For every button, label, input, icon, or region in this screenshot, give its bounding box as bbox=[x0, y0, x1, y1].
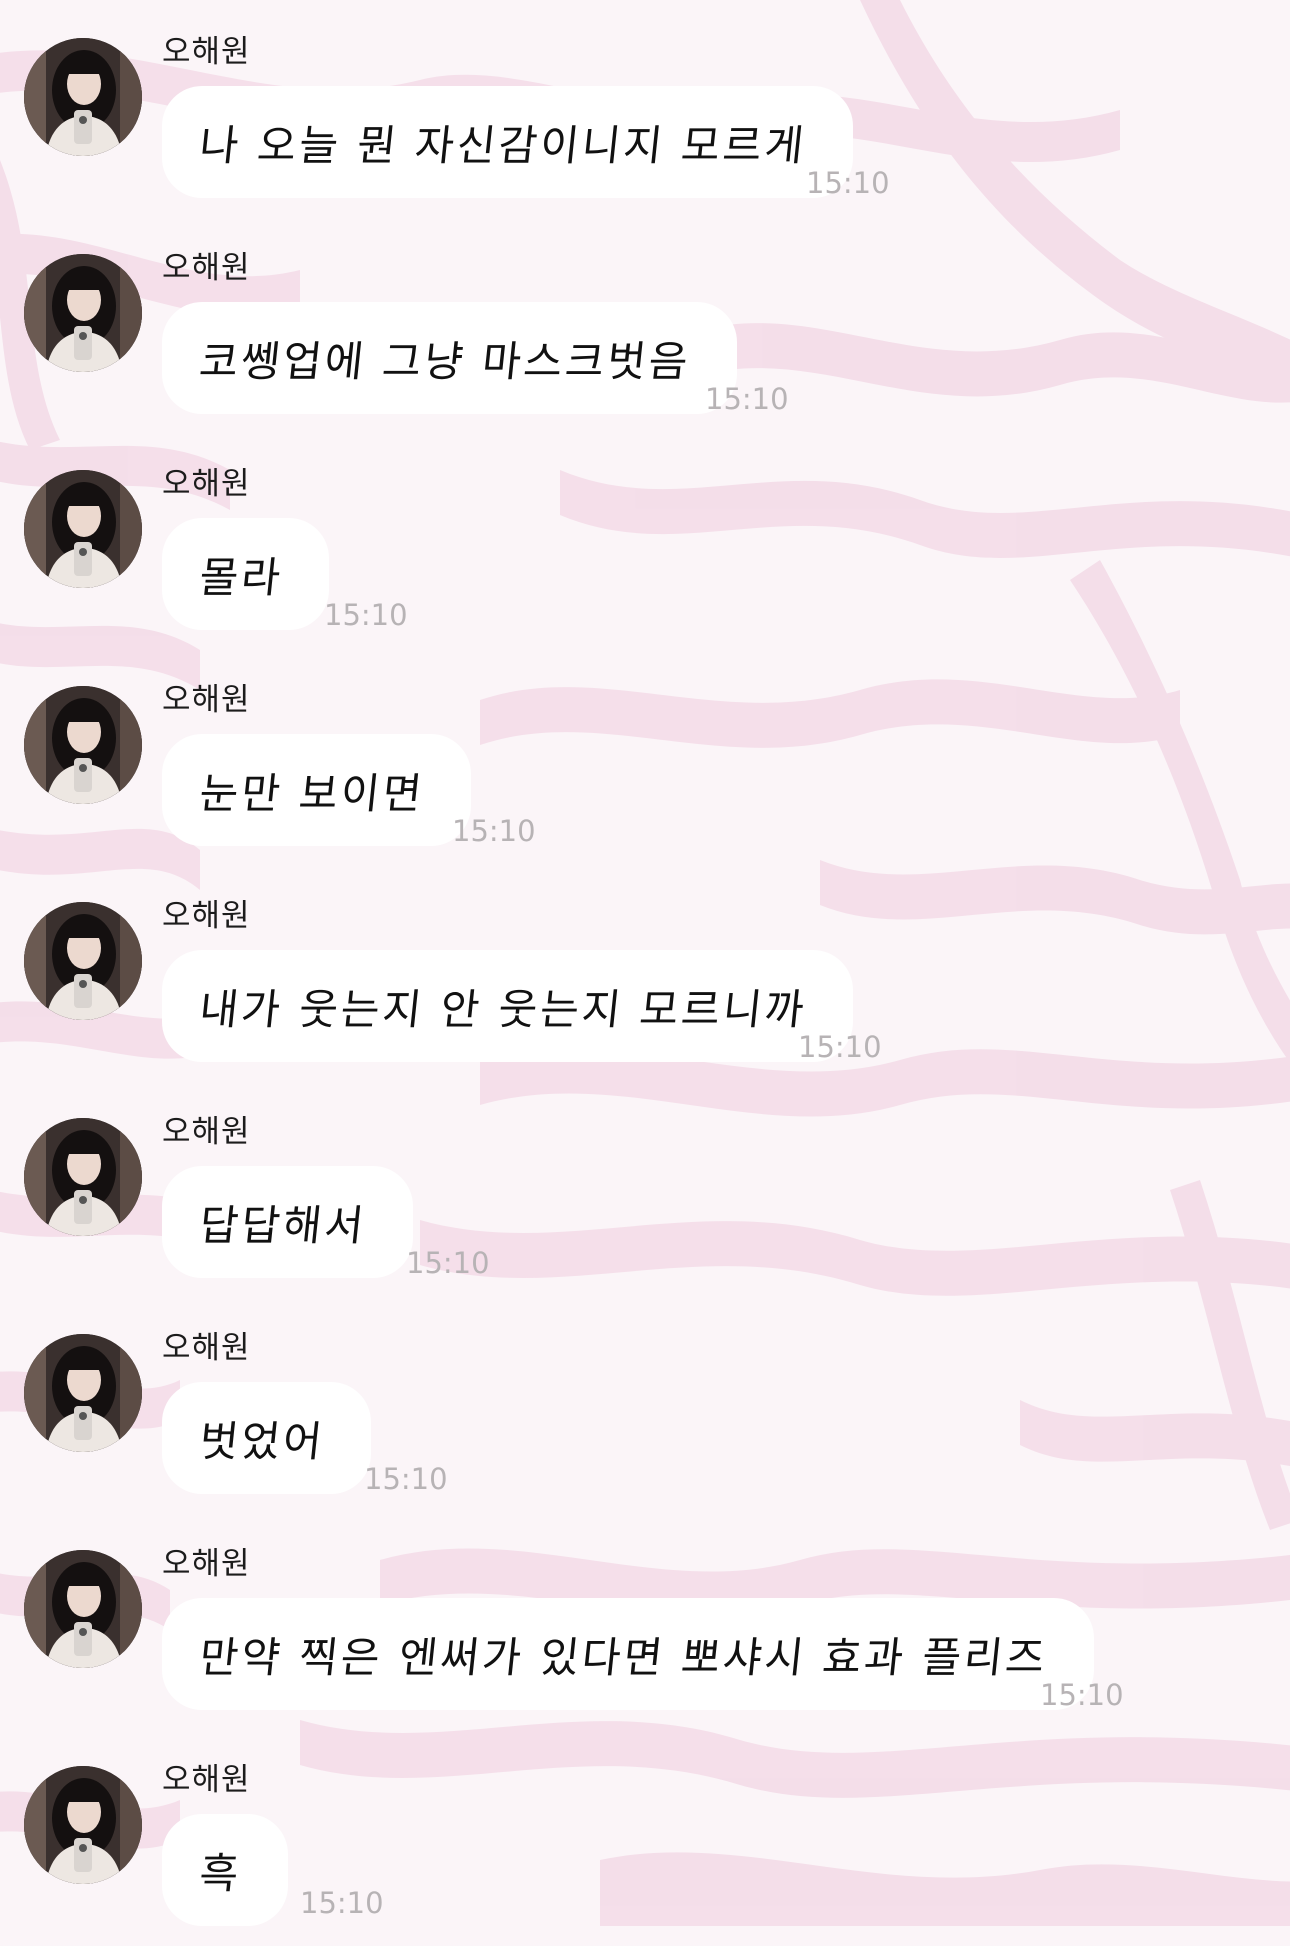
avatar[interactable] bbox=[24, 1550, 142, 1668]
sender-name: 오해원 bbox=[162, 250, 251, 286]
message-text: 답답해서 bbox=[197, 1200, 369, 1250]
message-bubble[interactable]: 벗었어 bbox=[162, 1382, 371, 1494]
message-row: 오해원 흑 15:10 bbox=[0, 1736, 1290, 1946]
message-time: 15:10 bbox=[300, 1886, 384, 1920]
message-text: 벗었어 bbox=[197, 1416, 328, 1466]
message-text: 나 오늘 뭔 자신감이니지 모르게 bbox=[197, 120, 809, 170]
message-text: 만약 찍은 엔써가 있다면 뽀샤시 효과 플리즈 bbox=[197, 1632, 1050, 1682]
message-text: 내가 웃는지 안 웃는지 모르니까 bbox=[197, 984, 809, 1034]
message-bubble[interactable]: 나 오늘 뭔 자신감이니지 모르게 bbox=[162, 86, 853, 198]
avatar[interactable] bbox=[24, 902, 142, 1020]
avatar[interactable] bbox=[24, 38, 142, 156]
sender-name: 오해원 bbox=[162, 1114, 251, 1150]
message-row: 오해원 벗었어 15:10 bbox=[0, 1304, 1290, 1514]
message-row: 오해원 눈만 보이면 15:10 bbox=[0, 656, 1290, 866]
message-row: 오해원 몰라 15:10 bbox=[0, 440, 1290, 650]
message-row: 오해원 답답해서 15:10 bbox=[0, 1088, 1290, 1298]
message-time: 15:10 bbox=[798, 1030, 882, 1064]
chat-message-list[interactable]: 오해원 나 오늘 뭔 자신감이니지 모르게 15:10 오해원 코쎙업에 그냥 … bbox=[0, 0, 1290, 1926]
message-bubble[interactable]: 내가 웃는지 안 웃는지 모르니까 bbox=[162, 950, 853, 1062]
sender-name: 오해원 bbox=[162, 34, 251, 70]
message-bubble[interactable]: 몰라 bbox=[162, 518, 330, 630]
message-bubble[interactable]: 코쎙업에 그냥 마스크벗음 bbox=[162, 302, 737, 414]
sender-name: 오해원 bbox=[162, 1330, 251, 1366]
message-row: 오해원 코쎙업에 그냥 마스크벗음 15:10 bbox=[0, 224, 1290, 434]
message-time: 15:10 bbox=[406, 1246, 490, 1280]
message-time: 15:10 bbox=[324, 598, 408, 632]
avatar[interactable] bbox=[24, 1766, 142, 1884]
message-bubble[interactable]: 흑 bbox=[162, 1814, 288, 1926]
message-row: 오해원 만약 찍은 엔써가 있다면 뽀샤시 효과 플리즈 15:10 bbox=[0, 1520, 1290, 1730]
avatar[interactable] bbox=[24, 1118, 142, 1236]
message-time: 15:10 bbox=[364, 1462, 448, 1496]
message-text: 눈만 보이면 bbox=[197, 768, 427, 818]
avatar[interactable] bbox=[24, 470, 142, 588]
sender-name: 오해원 bbox=[162, 898, 251, 934]
avatar[interactable] bbox=[24, 686, 142, 804]
message-row: 오해원 나 오늘 뭔 자신감이니지 모르게 15:10 bbox=[0, 8, 1290, 218]
message-bubble[interactable]: 답답해서 bbox=[162, 1166, 413, 1278]
message-row: 오해원 내가 웃는지 안 웃는지 모르니까 15:10 bbox=[0, 872, 1290, 1082]
sender-name: 오해원 bbox=[162, 466, 251, 502]
message-time: 15:10 bbox=[705, 382, 789, 416]
message-text: 흑 bbox=[197, 1848, 244, 1898]
message-text: 몰라 bbox=[197, 552, 286, 602]
sender-name: 오해원 bbox=[162, 1762, 251, 1798]
message-time: 15:10 bbox=[1040, 1678, 1124, 1712]
avatar[interactable] bbox=[24, 1334, 142, 1452]
avatar[interactable] bbox=[24, 254, 142, 372]
message-text: 코쎙업에 그냥 마스크벗음 bbox=[197, 336, 694, 386]
sender-name: 오해원 bbox=[162, 1546, 251, 1582]
sender-name: 오해원 bbox=[162, 682, 251, 718]
message-bubble[interactable]: 눈만 보이면 bbox=[162, 734, 471, 846]
message-time: 15:10 bbox=[806, 166, 890, 200]
message-bubble[interactable]: 만약 찍은 엔써가 있다면 뽀샤시 효과 플리즈 bbox=[162, 1598, 1094, 1710]
message-time: 15:10 bbox=[452, 814, 536, 848]
